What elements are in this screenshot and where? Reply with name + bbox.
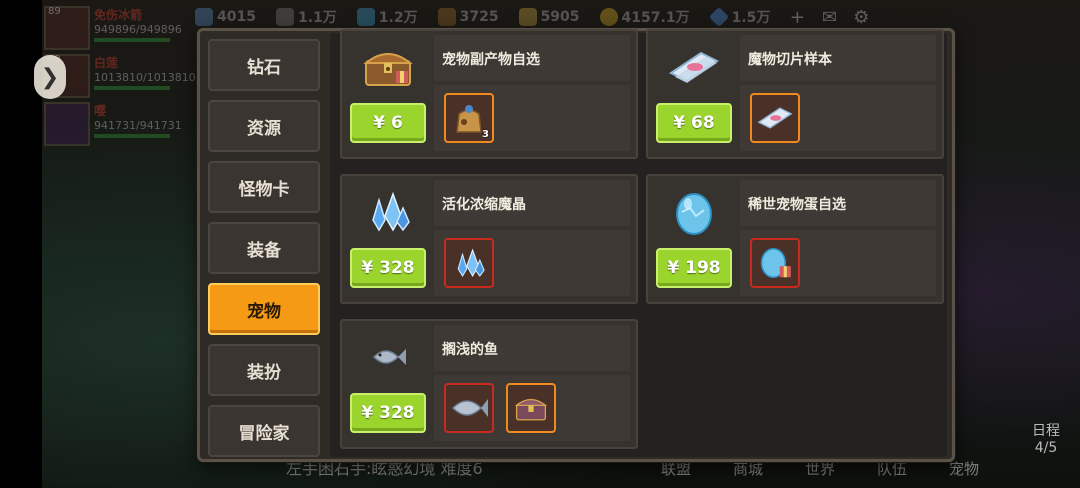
item-title: 宠物副产物自选 (442, 52, 540, 68)
magic-crystal-icon (348, 182, 428, 242)
category-tab-equipment[interactable]: 装备 (208, 222, 320, 274)
item-title-box: 魔物切片样本 (740, 35, 936, 81)
category-tab-adventurer[interactable]: 冒险家 (208, 405, 320, 457)
side-panel-toggle-button[interactable]: ❯ (34, 55, 66, 99)
schedule-button[interactable]: 日程 4/5 (1032, 420, 1060, 456)
treasure-chest-icon[interactable] (506, 383, 556, 433)
shop-item-card: 魔物切片样本 ¥ 68 (646, 29, 944, 159)
fish-icon (348, 327, 428, 387)
specimen-slide-icon (654, 37, 734, 97)
reward-list (434, 230, 630, 296)
item-title: 稀世宠物蛋自选 (748, 197, 846, 213)
category-tab-pet[interactable]: 宠物 (208, 283, 320, 335)
pet-egg-icon (654, 182, 734, 242)
category-tab-diamond[interactable]: 钻石 (208, 39, 320, 91)
category-tab-resources[interactable]: 资源 (208, 100, 320, 152)
reward-list (740, 230, 936, 296)
item-title: 搁浅的鱼 (442, 342, 498, 358)
reward-list (740, 85, 936, 151)
shop-item-card: 稀世宠物蛋自选 ¥ 198 (646, 174, 944, 304)
fish-icon[interactable] (444, 383, 494, 433)
schedule-count: 4/5 (1034, 440, 1058, 456)
category-tab-monster-card[interactable]: 怪物卡 (208, 161, 320, 213)
buy-button[interactable]: ¥ 68 (656, 103, 732, 143)
buy-button[interactable]: ¥ 328 (350, 393, 426, 433)
category-tab-costume[interactable]: 装扮 (208, 344, 320, 396)
shop-item-card: 搁浅的鱼 ¥ 328 (340, 319, 638, 449)
buy-button[interactable]: ¥ 6 (350, 103, 426, 143)
item-title-box: 稀世宠物蛋自选 (740, 180, 936, 226)
schedule-label: 日程 (1032, 423, 1060, 439)
magic-crystal-icon[interactable] (444, 238, 494, 288)
item-grid: 宠物副产物自选 ¥ 6 3 魔物切片样本 ¥ 68 活化浓缩魔晶 ¥ 328 稀… (330, 29, 947, 457)
item-title: 活化浓缩魔晶 (442, 197, 526, 213)
treasure-chest-icon (348, 37, 428, 97)
reward-list (434, 375, 630, 441)
category-nav: 钻石 资源 怪物卡 装备 宠物 装扮 冒险家 (208, 39, 320, 466)
item-title-box: 活化浓缩魔晶 (434, 180, 630, 226)
item-title-box: 宠物副产物自选 (434, 35, 630, 81)
pet-egg-gift-icon[interactable] (750, 238, 800, 288)
reward-list: 3 (434, 85, 630, 151)
reward-count: 3 (482, 129, 489, 140)
buy-button[interactable]: ¥ 328 (350, 248, 426, 288)
shop-item-card: 活化浓缩魔晶 ¥ 328 (340, 174, 638, 304)
specimen-slide-icon[interactable] (750, 93, 800, 143)
item-title: 魔物切片样本 (748, 52, 832, 68)
item-title-box: 搁浅的鱼 (434, 325, 630, 371)
pet-material-bag-icon[interactable]: 3 (444, 93, 494, 143)
buy-button[interactable]: ¥ 198 (656, 248, 732, 288)
shop-item-card: 宠物副产物自选 ¥ 6 3 (340, 29, 638, 159)
shop-panel: 钻石 资源 怪物卡 装备 宠物 装扮 冒险家 宠物副产物自选 ¥ 6 3 魔物切… (197, 28, 955, 462)
